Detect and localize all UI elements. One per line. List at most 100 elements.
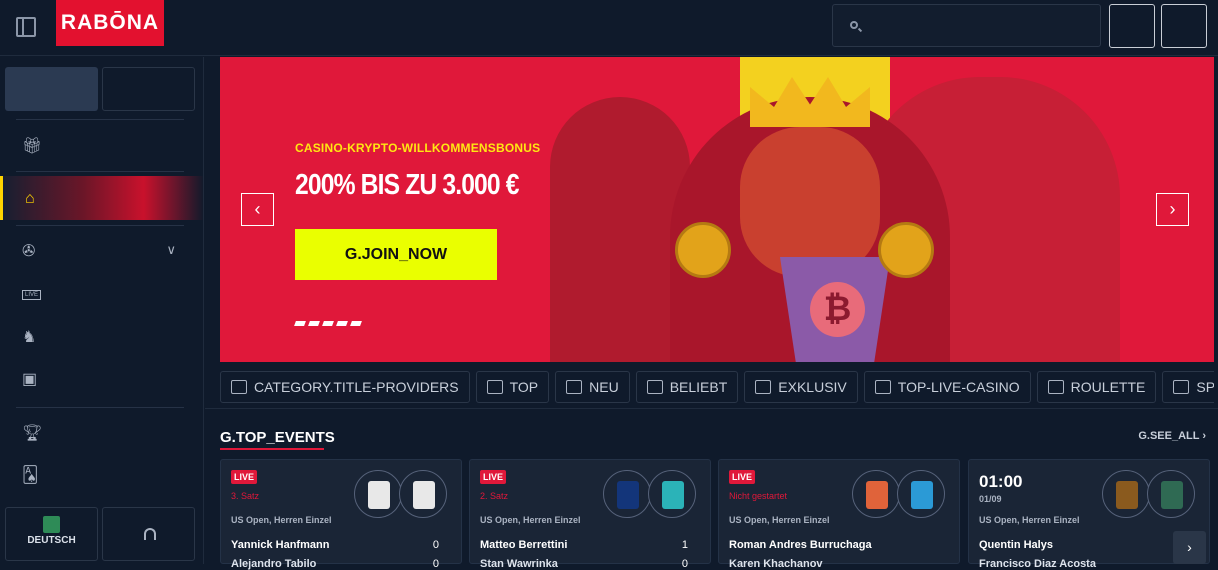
event-league: US Open, Herren Einzel xyxy=(480,515,581,525)
tab-label: TOP xyxy=(509,379,539,395)
banner-next-button[interactable]: › xyxy=(1156,193,1189,226)
support-button[interactable] xyxy=(102,507,195,561)
language-label: DEUTSCH xyxy=(27,535,76,546)
pagination-dot[interactable] xyxy=(322,321,334,326)
trophy-icon: 🏆︎ xyxy=(22,425,43,442)
player-name: Stan Wawrinka xyxy=(480,558,558,570)
events-next-button[interactable]: › xyxy=(1173,531,1206,564)
player-name: Quentin Halys xyxy=(979,539,1053,551)
event-status: Nicht gestartet xyxy=(729,491,788,501)
banner-art xyxy=(740,127,880,277)
banner-title: 200% BIS ZU 3.000 € xyxy=(295,169,519,201)
home-icon: ⌂ xyxy=(25,190,35,207)
sidebar-item-cards[interactable]: 🂡 xyxy=(0,453,204,497)
horse-icon: ♞ xyxy=(22,329,37,346)
player-name: Francisco Diaz Acosta xyxy=(979,558,1096,570)
top-bar: RABŌNA xyxy=(0,0,1218,56)
roulette-icon xyxy=(1047,380,1064,394)
event-card[interactable]: LIVE Nicht gestartet US Open, Herren Ein… xyxy=(718,459,960,570)
crown-icon xyxy=(486,380,503,394)
sidebar-item-home[interactable]: ⌂ xyxy=(0,176,204,220)
sidebar-item-virtual[interactable]: ▣ xyxy=(0,357,204,401)
tab-providers[interactable]: CATEGORY.TITLE-PROVIDERS xyxy=(220,371,470,403)
tab-label: SPIELSHOWS xyxy=(1196,379,1214,395)
sidebar-item-casino[interactable]: ✇ ∨ xyxy=(0,229,204,273)
live-icon: LIVE xyxy=(22,290,42,300)
sidebar-item-tournaments[interactable]: 🏆︎ xyxy=(0,411,204,455)
banner-prev-button[interactable]: ‹ xyxy=(241,193,274,226)
tab-roulette[interactable]: ROULETTE xyxy=(1036,371,1157,403)
category-tabs: CATEGORY.TITLE-PROVIDERS TOP NEU BELIEBT… xyxy=(220,371,1214,405)
monitor-icon: ▣ xyxy=(22,371,38,388)
gift-icon: 🎁︎ xyxy=(22,138,43,155)
tab-casino[interactable] xyxy=(5,67,98,111)
promo-banner[interactable]: ₿ CASINO-KRYPTO-WILLKOMMENSBONUS 200% BI… xyxy=(220,57,1214,362)
tab-spielshows[interactable]: SPIELSHOWS xyxy=(1162,371,1214,403)
pagination-dot[interactable] xyxy=(350,321,362,326)
jersey-icon xyxy=(354,470,402,518)
banner-subtitle: CASINO-KRYPTO-WILLKOMMENSBONUS xyxy=(295,141,541,155)
jersey-icon xyxy=(897,470,945,518)
login-button[interactable] xyxy=(1109,4,1155,48)
jersey-icon xyxy=(1102,470,1150,518)
pagination-dot[interactable] xyxy=(336,321,348,326)
pagination-dot[interactable] xyxy=(294,321,306,326)
search-input[interactable] xyxy=(832,4,1101,47)
jersey-icon xyxy=(1147,470,1195,518)
coin-icon xyxy=(878,222,934,278)
event-date: 01/09 xyxy=(979,494,1002,504)
player-name: Roman Andres Burruchaga xyxy=(729,539,872,551)
tab-label: NEU xyxy=(589,379,619,395)
jersey-icon xyxy=(399,470,447,518)
sidebar-item-sports[interactable]: ♞ xyxy=(0,315,204,359)
sidebar-item-live[interactable]: LIVE xyxy=(0,273,204,317)
tab-label: TOP-LIVE-CASINO xyxy=(897,379,1020,395)
tab-label: EXKLUSIV xyxy=(778,379,847,395)
see-all-link[interactable]: G.SEE_ALL › xyxy=(1138,430,1206,442)
flame-icon xyxy=(646,380,663,394)
chevron-down-icon[interactable]: ∨ xyxy=(166,242,176,258)
jersey-icon xyxy=(603,470,651,518)
divider xyxy=(16,171,184,172)
join-now-button[interactable]: G.JOIN_NOW xyxy=(295,229,497,280)
banner-art xyxy=(550,97,690,362)
microphone-icon xyxy=(1173,380,1190,394)
live-badge: LIVE xyxy=(480,470,507,484)
tab-top-live-casino[interactable]: TOP-LIVE-CASINO xyxy=(863,371,1031,403)
tab-top[interactable]: TOP xyxy=(475,371,550,403)
divider xyxy=(16,119,184,120)
search-icon xyxy=(850,21,858,29)
event-card[interactable]: LIVE 3. Satz US Open, Herren Einzel Yann… xyxy=(220,459,462,570)
banner-pagination xyxy=(294,321,362,326)
tab-exklusiv[interactable]: EXKLUSIV xyxy=(744,371,858,403)
casino-chip-icon: ✇ xyxy=(22,243,36,260)
register-button[interactable] xyxy=(1161,4,1207,48)
tab-beliebt[interactable]: BELIEBT xyxy=(635,371,739,403)
sidebar-item-promotions[interactable]: 🎁︎ xyxy=(0,124,204,168)
player-score: 0 xyxy=(681,558,688,570)
event-league: US Open, Herren Einzel xyxy=(979,515,1080,525)
event-league: US Open, Herren Einzel xyxy=(729,515,830,525)
language-button[interactable]: DEUTSCH xyxy=(5,507,98,561)
event-status: 3. Satz xyxy=(231,491,260,501)
logo[interactable]: RABŌNA xyxy=(56,0,164,46)
chevron-right-icon: › xyxy=(1202,430,1206,442)
player-name: Karen Khachanov xyxy=(729,558,823,570)
sidebar: 🎁︎ ⌂ ✇ ∨ LIVE ♞ ▣ 🏆︎ 🂡 DEUTSCH xyxy=(0,57,204,564)
event-card[interactable]: LIVE 2. Satz US Open, Herren Einzel Matt… xyxy=(469,459,711,570)
player-name: Yannick Hanfmann xyxy=(231,539,330,551)
tab-label: BELIEBT xyxy=(669,379,728,395)
folder-icon xyxy=(231,380,247,394)
divider xyxy=(205,408,1218,409)
player-score: 0 xyxy=(432,539,439,551)
tab-label: CATEGORY.TITLE-PROVIDERS xyxy=(254,379,459,395)
title-underline xyxy=(220,448,324,450)
pagination-dot[interactable] xyxy=(308,321,320,326)
tab-sports[interactable] xyxy=(102,67,195,111)
globe-icon xyxy=(43,516,60,533)
tab-neu[interactable]: NEU xyxy=(555,371,630,403)
divider xyxy=(16,225,184,226)
event-league: US Open, Herren Einzel xyxy=(231,515,332,525)
sidebar-toggle-icon[interactable] xyxy=(16,17,36,37)
live-badge: LIVE xyxy=(231,470,258,484)
